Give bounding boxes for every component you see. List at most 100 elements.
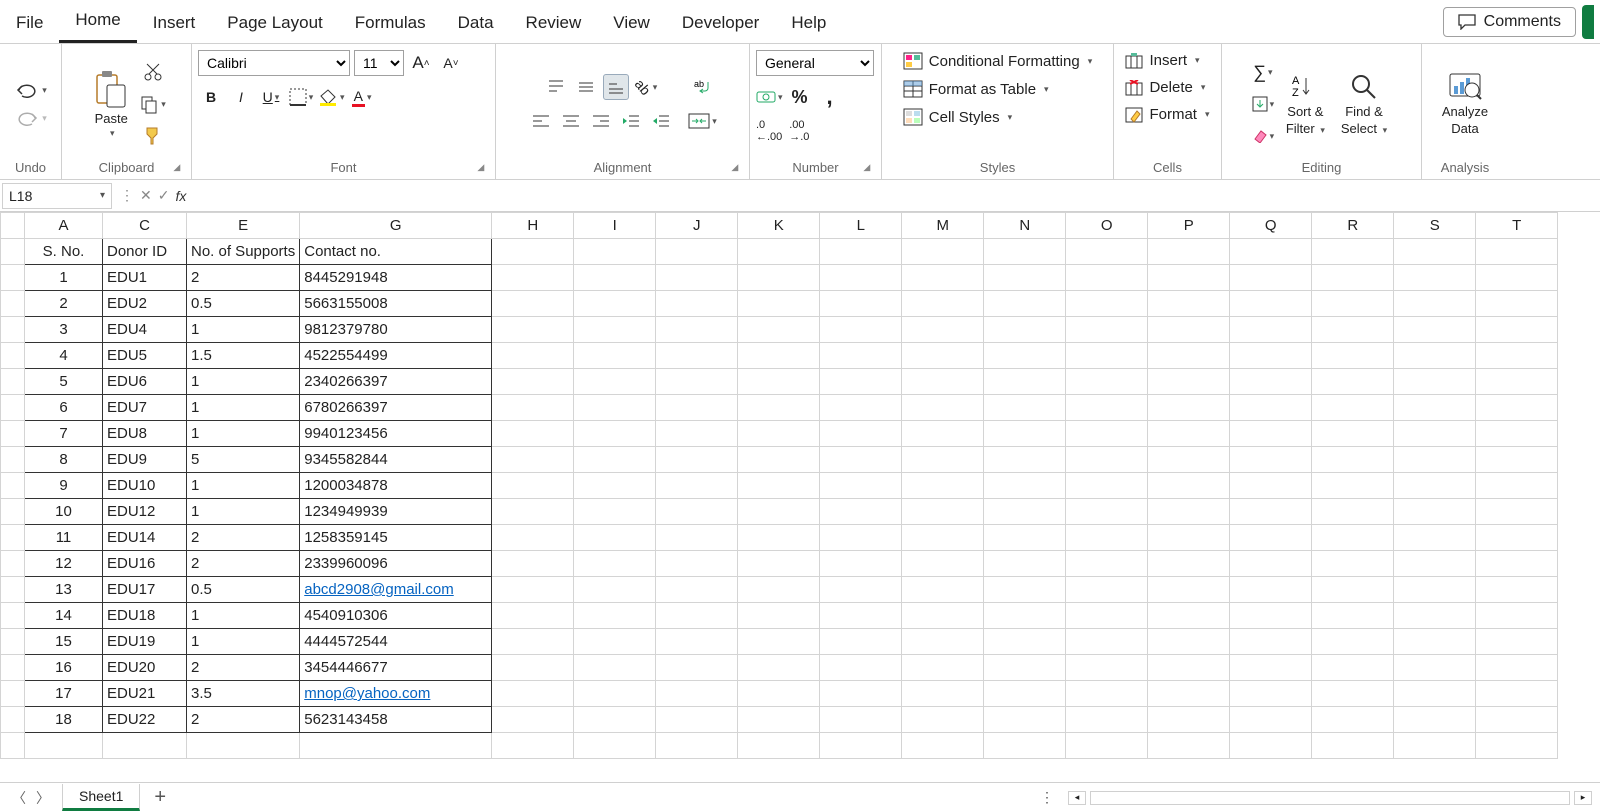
cell[interactable] (1394, 239, 1476, 265)
cell[interactable] (1066, 603, 1148, 629)
cell[interactable] (984, 395, 1066, 421)
cell[interactable]: EDU19 (103, 629, 187, 655)
row-header[interactable] (1, 239, 25, 265)
cell[interactable] (1230, 603, 1312, 629)
cell[interactable] (1066, 473, 1148, 499)
cell[interactable] (656, 265, 738, 291)
cell[interactable]: EDU7 (103, 395, 187, 421)
font-color-button[interactable]: A▾ (349, 84, 375, 110)
cell[interactable] (902, 421, 984, 447)
cell[interactable] (1476, 655, 1558, 681)
align-left-button[interactable] (528, 108, 554, 134)
cell[interactable]: 0.5 (187, 577, 300, 603)
cut-button[interactable] (140, 59, 166, 85)
cell[interactable] (492, 395, 574, 421)
conditional-formatting-button[interactable]: Conditional Formatting▾ (899, 50, 1096, 72)
cell[interactable] (1066, 733, 1148, 759)
cell[interactable]: 15 (25, 629, 103, 655)
cell[interactable] (820, 551, 902, 577)
cell[interactable] (1066, 525, 1148, 551)
cell[interactable] (984, 239, 1066, 265)
cell[interactable] (1394, 525, 1476, 551)
cell[interactable] (492, 551, 574, 577)
col-header-N[interactable]: N (984, 213, 1066, 239)
cell[interactable] (1148, 447, 1230, 473)
cell[interactable] (1230, 343, 1312, 369)
cell[interactable]: EDU21 (103, 681, 187, 707)
cell[interactable]: 14 (25, 603, 103, 629)
menu-view[interactable]: View (597, 7, 666, 43)
cell[interactable] (1230, 395, 1312, 421)
cell[interactable]: 3454446677 (300, 655, 492, 681)
cell[interactable] (1394, 421, 1476, 447)
undo-button[interactable]: ▾ (14, 77, 47, 103)
cell[interactable]: 2 (187, 525, 300, 551)
cell[interactable] (1148, 395, 1230, 421)
row-header[interactable] (1, 395, 25, 421)
percent-button[interactable]: % (787, 84, 813, 110)
cell[interactable]: 1258359145 (300, 525, 492, 551)
cell[interactable] (1476, 369, 1558, 395)
cell[interactable] (1230, 473, 1312, 499)
cell[interactable]: 9345582844 (300, 447, 492, 473)
cell[interactable] (738, 655, 820, 681)
col-header-A[interactable]: A (25, 213, 103, 239)
align-top-button[interactable] (543, 74, 569, 100)
cell[interactable] (820, 525, 902, 551)
cell[interactable] (1148, 421, 1230, 447)
cell[interactable] (902, 447, 984, 473)
row-header[interactable] (1, 577, 25, 603)
cell[interactable] (492, 629, 574, 655)
col-header-S[interactable]: S (1394, 213, 1476, 239)
cell[interactable]: 2 (187, 265, 300, 291)
row-header[interactable] (1, 733, 25, 759)
cell[interactable] (902, 265, 984, 291)
tab-scroll-menu[interactable]: ⋮ (1032, 789, 1064, 806)
cell[interactable] (1066, 655, 1148, 681)
cell[interactable] (574, 473, 656, 499)
cell[interactable] (738, 239, 820, 265)
cell[interactable] (656, 499, 738, 525)
cell[interactable] (1394, 395, 1476, 421)
row-header[interactable] (1, 655, 25, 681)
cell[interactable] (984, 629, 1066, 655)
cell[interactable]: 9 (25, 473, 103, 499)
cell[interactable] (574, 369, 656, 395)
cell[interactable] (574, 603, 656, 629)
cell[interactable]: 1 (187, 603, 300, 629)
cell[interactable] (1148, 525, 1230, 551)
cell[interactable]: EDU5 (103, 343, 187, 369)
cell[interactable]: 5663155008 (300, 291, 492, 317)
wrap-text-button[interactable]: ab (690, 74, 716, 100)
formula-input[interactable] (194, 183, 1600, 209)
cell[interactable]: EDU8 (103, 421, 187, 447)
cell[interactable] (1394, 629, 1476, 655)
autosum-button[interactable]: ∑▾ (1250, 59, 1276, 85)
bold-button[interactable]: B (198, 84, 224, 110)
cell[interactable] (1066, 577, 1148, 603)
cell[interactable] (984, 447, 1066, 473)
row-header[interactable] (1, 551, 25, 577)
cell[interactable]: 1 (187, 629, 300, 655)
cell[interactable] (902, 629, 984, 655)
cell[interactable] (1066, 395, 1148, 421)
cell[interactable]: 8 (25, 447, 103, 473)
cell[interactable] (1312, 265, 1394, 291)
underline-button[interactable]: U▾ (258, 84, 284, 110)
copy-button[interactable]: ▾ (139, 91, 166, 117)
number-dialog-launcher[interactable]: ◢ (864, 163, 871, 173)
select-all-corner[interactable] (1, 213, 25, 239)
cell[interactable]: 11 (25, 525, 103, 551)
cell[interactable] (1476, 395, 1558, 421)
menu-home[interactable]: Home (59, 4, 136, 43)
cell[interactable] (1230, 369, 1312, 395)
cell[interactable] (1394, 681, 1476, 707)
cell[interactable] (1476, 291, 1558, 317)
cell[interactable] (820, 343, 902, 369)
cell[interactable] (738, 525, 820, 551)
cell[interactable] (820, 499, 902, 525)
cell[interactable]: 1 (187, 473, 300, 499)
paste-button[interactable]: Paste▾ (87, 67, 135, 141)
cell[interactable] (1394, 733, 1476, 759)
cell[interactable]: EDU10 (103, 473, 187, 499)
